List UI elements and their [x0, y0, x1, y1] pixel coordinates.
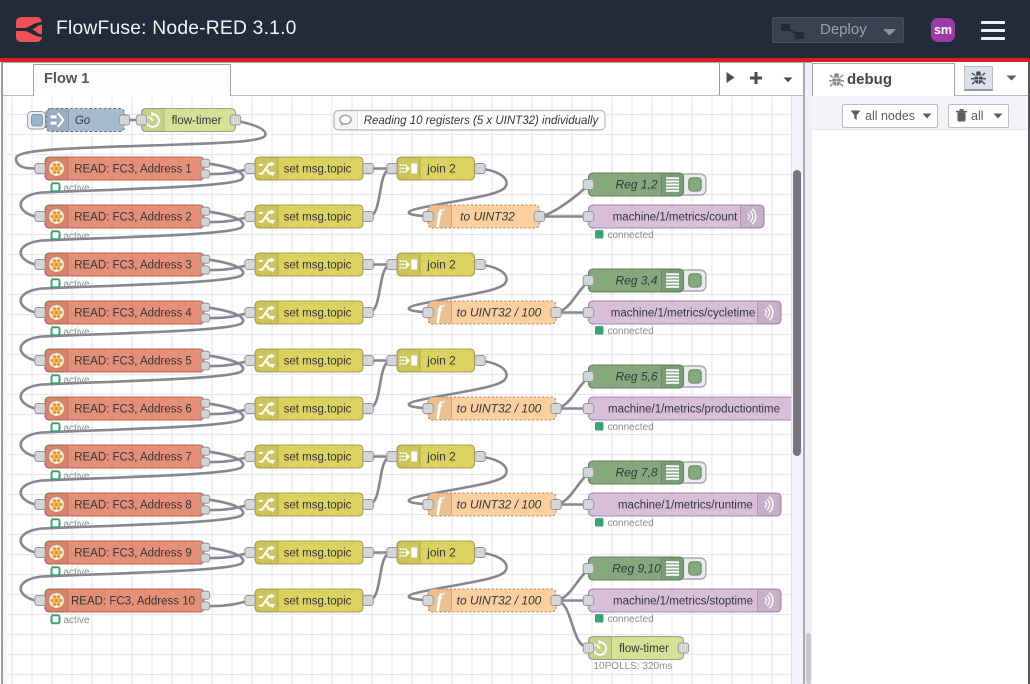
svg-text:READ: FC3, Address 2: READ: FC3, Address 2: [74, 211, 192, 223]
svg-text:connected: connected: [608, 326, 654, 337]
svg-text:join 2: join 2: [426, 257, 456, 271]
svg-text:set msg.topic: set msg.topic: [284, 451, 352, 463]
svg-text:to UINT32 / 100: to UINT32 / 100: [457, 593, 542, 607]
svg-text:READ: FC3, Address 5: READ: FC3, Address 5: [74, 355, 192, 367]
svg-text:join 2: join 2: [426, 545, 456, 559]
svg-text:to UINT32 / 100: to UINT32 / 100: [457, 305, 542, 319]
svg-text:set msg.topic: set msg.topic: [284, 595, 352, 607]
svg-text:join 2: join 2: [426, 161, 456, 175]
svg-text:connected: connected: [608, 230, 654, 241]
svg-text:to UINT32 / 100: to UINT32 / 100: [457, 401, 542, 415]
svg-text:set msg.topic: set msg.topic: [284, 355, 352, 367]
svg-text:active: active: [64, 230, 91, 241]
svg-text:active: active: [64, 374, 91, 385]
svg-text:set msg.topic: set msg.topic: [284, 211, 352, 223]
svg-text:Reg 7,8: Reg 7,8: [615, 465, 657, 479]
svg-text:machine/1/metrics/productionti: machine/1/metrics/productiontime: [608, 403, 780, 415]
svg-text:READ: FC3, Address 8: READ: FC3, Address 8: [74, 499, 192, 511]
svg-text:join 2: join 2: [426, 353, 456, 367]
svg-text:to UINT32 / 100: to UINT32 / 100: [457, 497, 542, 511]
svg-text:READ: FC3, Address 3: READ: FC3, Address 3: [74, 259, 192, 271]
svg-text:connected: connected: [608, 518, 654, 529]
svg-text:connected: connected: [608, 422, 654, 433]
svg-text:set msg.topic: set msg.topic: [284, 307, 352, 319]
svg-text:10POLLS: 320ms: 10POLLS: 320ms: [594, 661, 673, 672]
svg-text:set msg.topic: set msg.topic: [284, 163, 352, 175]
svg-text:active: active: [64, 614, 91, 625]
svg-text:join 2: join 2: [426, 449, 456, 463]
svg-text:active: active: [64, 518, 91, 529]
svg-text:active: active: [64, 422, 91, 433]
svg-text:READ: FC3, Address 6: READ: FC3, Address 6: [74, 403, 192, 415]
svg-text:set msg.topic: set msg.topic: [284, 403, 352, 415]
svg-text:flow-timer: flow-timer: [619, 643, 669, 655]
svg-text:Reg 9,10: Reg 9,10: [612, 561, 661, 575]
svg-text:active: active: [64, 566, 91, 577]
svg-text:Reg 5,6: Reg 5,6: [615, 369, 657, 383]
svg-text:active: active: [64, 182, 91, 193]
svg-text:set msg.topic: set msg.topic: [284, 547, 352, 559]
svg-text:flow-timer: flow-timer: [172, 115, 222, 127]
svg-text:READ: FC3, Address 10: READ: FC3, Address 10: [71, 595, 195, 607]
svg-text:active: active: [64, 278, 91, 289]
svg-text:set msg.topic: set msg.topic: [284, 259, 352, 271]
svg-text:machine/1/metrics/stoptime: machine/1/metrics/stoptime: [613, 595, 753, 607]
svg-text:set msg.topic: set msg.topic: [284, 499, 352, 511]
svg-text:READ: FC3, Address 7: READ: FC3, Address 7: [74, 451, 192, 463]
svg-text:connected: connected: [608, 614, 654, 625]
svg-text:Go: Go: [75, 115, 91, 127]
svg-text:machine/1/metrics/runtime: machine/1/metrics/runtime: [618, 499, 753, 511]
svg-text:READ: FC3, Address 1: READ: FC3, Address 1: [74, 163, 192, 175]
svg-text:machine/1/metrics/cycletime: machine/1/metrics/cycletime: [611, 307, 755, 319]
svg-text:active: active: [64, 326, 91, 337]
svg-text:to UINT32: to UINT32: [460, 209, 515, 223]
svg-text:machine/1/metrics/count: machine/1/metrics/count: [613, 211, 738, 223]
svg-text:READ: FC3, Address 4: READ: FC3, Address 4: [74, 307, 192, 319]
svg-text:Reg 1,2: Reg 1,2: [615, 177, 657, 191]
svg-text:Reading 10 registers (5 x UINT: Reading 10 registers (5 x UINT32) indivi…: [364, 115, 600, 127]
svg-text:active: active: [64, 470, 91, 481]
svg-text:READ: FC3, Address 9: READ: FC3, Address 9: [74, 547, 192, 559]
svg-text:Reg 3,4: Reg 3,4: [615, 273, 657, 287]
